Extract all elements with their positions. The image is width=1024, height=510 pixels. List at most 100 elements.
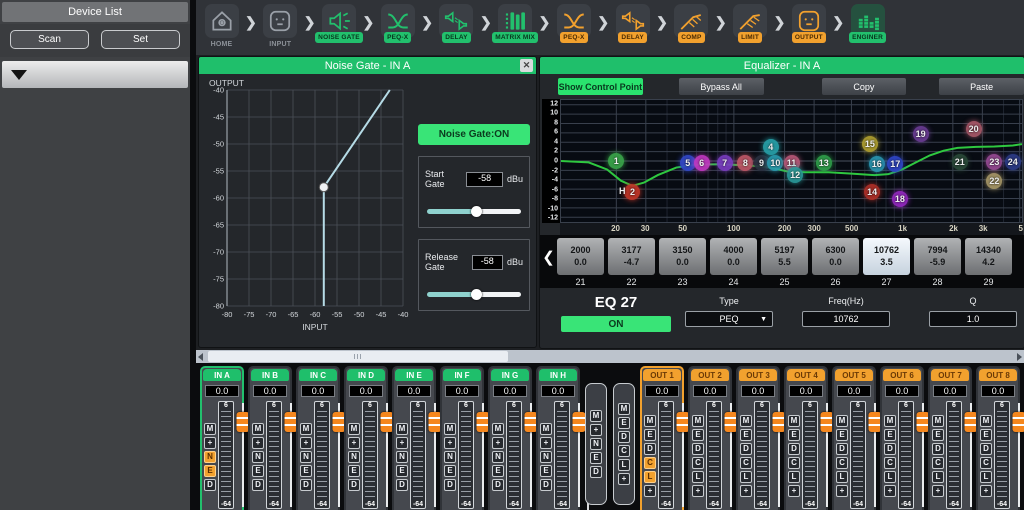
strip-button-D[interactable]: D (444, 479, 456, 491)
strip-button-D[interactable]: D (740, 443, 752, 455)
fader-knob[interactable] (1012, 412, 1024, 432)
channel-label[interactable]: IN H (539, 369, 577, 381)
slider-thumb[interactable] (471, 289, 482, 300)
paste-button[interactable]: Paste (939, 78, 1024, 95)
channel-strip-in-b[interactable]: IN B0.0M+NED6-64 (248, 366, 292, 510)
strip-button-M[interactable]: M (540, 423, 552, 435)
channel-strip-out-3[interactable]: OUT 30.0MEDCL+6-64 (736, 366, 780, 510)
strip-button-E[interactable]: E (396, 465, 408, 477)
close-icon[interactable]: ✕ (520, 59, 533, 72)
toolbar-item-peq-x-out[interactable]: PEQ-X (550, 2, 597, 43)
strip-button-E[interactable]: E (980, 429, 992, 441)
type-select[interactable]: PEQ ▼ (685, 311, 773, 327)
channel-strip-out-5[interactable]: OUT 50.0MEDCL+6-64 (832, 366, 876, 510)
channel-label[interactable]: IN C (299, 369, 337, 381)
channel-strip-out-6[interactable]: OUT 60.0MEDCL+6-64 (880, 366, 924, 510)
strip-button-M[interactable]: M (618, 403, 630, 415)
strip-button-E[interactable]: E (252, 465, 264, 477)
strip-button-M[interactable]: M (980, 415, 992, 427)
strip-button-N[interactable]: N (204, 451, 216, 463)
channel-label[interactable]: IN A (203, 369, 241, 381)
scroll-right-icon[interactable] (1017, 353, 1022, 361)
strip-button-D[interactable]: D (252, 479, 264, 491)
channel-gain-value[interactable]: 0.0 (445, 385, 479, 397)
toolbar-item-delay-out[interactable]: DELAY (609, 2, 656, 43)
channel-gain-value[interactable]: 0.0 (205, 385, 239, 397)
strip-button-E[interactable]: E (492, 465, 504, 477)
eq-band-cell[interactable]: 143404.2 (965, 238, 1012, 275)
channel-label[interactable]: IN B (251, 369, 289, 381)
strip-button-E[interactable]: E (590, 452, 602, 464)
strip-button-+[interactable]: + (590, 424, 602, 436)
channel-label[interactable]: IN D (347, 369, 385, 381)
channel-label[interactable]: OUT 4 (787, 369, 825, 381)
strip-button-+[interactable]: + (980, 485, 992, 497)
eq-band-cell[interactable]: 51975.5 (761, 238, 808, 275)
strip-button-C[interactable]: C (884, 457, 896, 469)
channel-label[interactable]: OUT 8 (979, 369, 1017, 381)
strip-button-+[interactable]: + (300, 437, 312, 449)
eq-control-point[interactable]: 16 (869, 156, 885, 172)
strip-button-D[interactable]: D (540, 479, 552, 491)
strip-button-M[interactable]: M (932, 415, 944, 427)
channel-strip-in-f[interactable]: IN F0.0M+NED6-64 (440, 366, 484, 510)
strip-button-L[interactable]: L (644, 471, 656, 483)
toolbar-item-comp[interactable]: COMP (668, 2, 715, 43)
strip-button-L[interactable]: L (692, 471, 704, 483)
eq-control-point[interactable]: 8 (737, 155, 753, 171)
eq-on-button[interactable]: ON (561, 316, 671, 332)
strip-button-+[interactable]: + (740, 485, 752, 497)
channel-gain-value[interactable]: 0.0 (741, 385, 775, 397)
channel-gain-value[interactable]: 0.0 (693, 385, 727, 397)
slider-thumb[interactable] (471, 206, 482, 217)
strip-button-M[interactable]: M (788, 415, 800, 427)
eq-control-point[interactable]: 4 (763, 139, 779, 155)
toolbar-item-peq-x-in[interactable]: PEQ-X (374, 2, 421, 43)
strip-button-C[interactable]: C (692, 457, 704, 469)
strip-button-C[interactable]: C (932, 457, 944, 469)
channel-label[interactable]: OUT 2 (691, 369, 729, 381)
strip-button-N[interactable]: N (492, 451, 504, 463)
strip-button-M[interactable]: M (396, 423, 408, 435)
release-gate-slider[interactable] (425, 289, 523, 300)
strip-button-D[interactable]: D (396, 479, 408, 491)
strip-button-E[interactable]: E (444, 465, 456, 477)
scroll-left-icon[interactable] (198, 353, 203, 361)
strip-button-C[interactable]: C (788, 457, 800, 469)
toolbar-item-input[interactable]: INPUT (257, 2, 304, 50)
channel-gain-value[interactable]: 0.0 (837, 385, 871, 397)
strip-button-E[interactable]: E (692, 429, 704, 441)
channel-gain-value[interactable]: 0.0 (885, 385, 919, 397)
strip-button-M[interactable]: M (644, 415, 656, 427)
freq-input[interactable]: 10762 (802, 311, 890, 327)
strip-button-M[interactable]: M (884, 415, 896, 427)
strip-button-+[interactable]: + (252, 437, 264, 449)
strip-button-E[interactable]: E (740, 429, 752, 441)
strip-button-D[interactable]: D (644, 443, 656, 455)
eq-band-cell[interactable]: 20000.0 (557, 238, 604, 275)
strip-button-E[interactable]: E (884, 429, 896, 441)
noise-gate-power-button[interactable]: Noise Gate:ON (418, 124, 530, 145)
strip-button-+[interactable]: + (348, 437, 360, 449)
eq-band-cell[interactable]: 31500.0 (659, 238, 706, 275)
strip-button-C[interactable]: C (836, 457, 848, 469)
channel-gain-value[interactable]: 0.0 (397, 385, 431, 397)
eq-control-point[interactable]: 7 (717, 155, 733, 171)
strip-button-M[interactable]: M (204, 423, 216, 435)
toolbar-item-home[interactable]: HOME (198, 2, 245, 50)
strip-button-M[interactable]: M (590, 410, 602, 422)
strip-button-E[interactable]: E (788, 429, 800, 441)
strip-button-C[interactable]: C (644, 457, 656, 469)
copy-button[interactable]: Copy (822, 78, 907, 95)
strip-button-L[interactable]: L (980, 471, 992, 483)
eq-band-cell[interactable]: 63000.0 (812, 238, 859, 275)
channel-label[interactable]: IN E (395, 369, 433, 381)
start-gate-input[interactable]: -58 (466, 172, 503, 187)
bypass-all-button[interactable]: Bypass All (679, 78, 764, 95)
strip-button-D[interactable]: D (692, 443, 704, 455)
eq-control-point[interactable]: 19 (913, 126, 929, 142)
strip-button-E[interactable]: E (348, 465, 360, 477)
channel-strip-out-2[interactable]: OUT 20.0MEDCL+6-64 (688, 366, 732, 510)
strip-button-N[interactable]: N (300, 451, 312, 463)
strip-button-L[interactable]: L (836, 471, 848, 483)
